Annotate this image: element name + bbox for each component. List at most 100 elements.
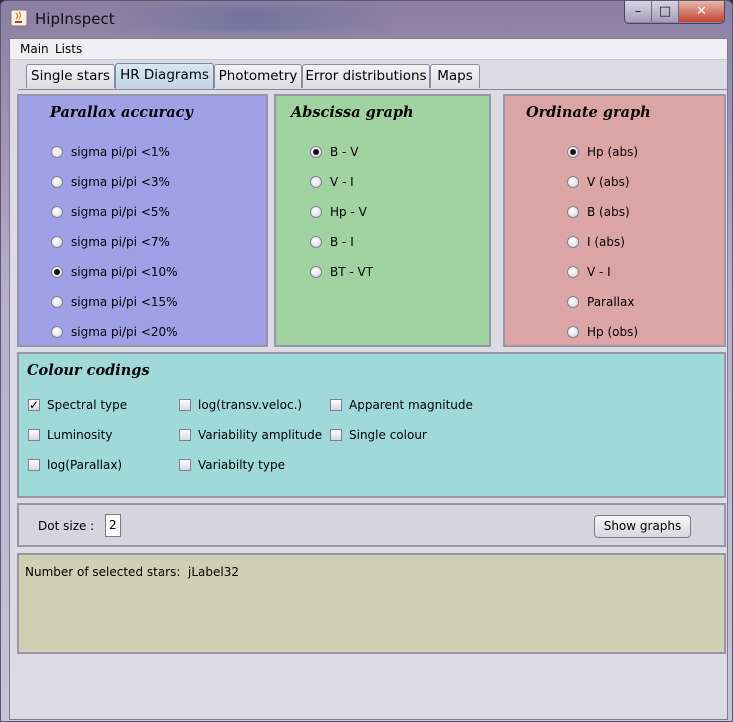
menu-bar: Main Lists [10,39,727,60]
checkbox[interactable] [179,459,191,471]
radio-button[interactable] [51,176,63,188]
option-label: sigma pi/pi <10% [71,265,178,279]
menu-main[interactable]: Main [20,42,49,56]
checkbox-log-transv-veloc[interactable]: log(transv.veloc.) [179,397,302,413]
abscissa-option[interactable]: Hp - V [310,204,367,220]
radio-button[interactable] [310,266,322,278]
option-label: Parallax [587,295,635,309]
radio-button-selected[interactable] [567,146,579,158]
checkbox-variability-type[interactable]: Variabilty type [179,457,285,473]
ordinate-option[interactable]: Parallax [567,294,634,310]
checkbox-label: log(transv.veloc.) [198,398,303,412]
abscissa-panel: Abscissa graph B - V V - I Hp - V B - I … [274,94,491,347]
abscissa-title: Abscissa graph [291,104,414,121]
parallax-option[interactable]: sigma pi/pi <1% [51,144,170,160]
radio-button-selected[interactable] [51,266,63,278]
radio-button[interactable] [51,296,63,308]
ordinate-option[interactable]: Hp (obs) [567,324,638,340]
radio-button[interactable] [51,326,63,338]
minimize-button[interactable]: – [625,1,652,22]
checkbox-label: Apparent magnitude [349,398,473,412]
option-label: sigma pi/pi <1% [71,145,170,159]
tab-maps[interactable]: Maps [430,64,480,88]
selection-panel: Number of selected stars: jLabel32 [17,553,726,654]
window-controls: – □ ✕ [624,1,725,24]
ordinate-option[interactable]: Hp (abs) [567,144,638,160]
option-label: BT - VT [330,265,374,279]
checkbox[interactable] [330,429,342,441]
colour-codings-panel: Colour codings ✓ Spectral type Luminosity… [17,352,726,498]
abscissa-option[interactable]: V - I [310,174,354,190]
abscissa-option[interactable]: B - V [310,144,358,160]
checkbox-spectral-type[interactable]: ✓ Spectral type [28,397,127,413]
close-button[interactable]: ✕ [679,1,724,22]
option-label: sigma pi/pi <15% [71,295,178,309]
tab-error-distributions[interactable]: Error distributions [302,64,430,88]
tab-hr-diagrams[interactable]: HR Diagrams [115,63,214,89]
parallax-option[interactable]: sigma pi/pi <15% [51,294,178,310]
app-window: HipInspect – □ ✕ Main Lists Single stars… [0,0,733,722]
controls-panel: Dot size : 2 Show graphs [17,503,726,547]
checkbox[interactable] [28,459,40,471]
option-label: sigma pi/pi <3% [71,175,170,189]
dot-size-input[interactable]: 2 [105,514,121,537]
checkbox-luminosity[interactable]: Luminosity [28,427,112,443]
checkbox-label: Single colour [349,428,427,442]
radio-button[interactable] [567,176,579,188]
option-label: Hp (obs) [587,325,639,339]
checkbox-checked[interactable]: ✓ [28,399,40,411]
radio-button[interactable] [567,326,579,338]
ordinate-option[interactable]: B (abs) [567,204,630,220]
checkbox[interactable] [179,399,191,411]
checkbox-label: log(Parallax) [47,458,123,472]
tab-photometry[interactable]: Photometry [214,64,302,88]
radio-button[interactable] [567,266,579,278]
minimize-icon: – [634,4,642,19]
radio-button[interactable] [310,176,322,188]
ordinate-panel: Ordinate graph Hp (abs) V (abs) B (abs) … [503,94,726,347]
radio-button-selected[interactable] [310,146,322,158]
ordinate-option[interactable]: V - I [567,264,611,280]
checkbox-log-parallax[interactable]: log(Parallax) [28,457,122,473]
checkbox[interactable] [179,429,191,441]
title-bar[interactable]: HipInspect – □ ✕ [1,1,732,37]
option-label: V - I [587,265,611,279]
radio-button[interactable] [310,236,322,248]
checkbox[interactable] [330,399,342,411]
checkbox[interactable] [28,429,40,441]
radio-button[interactable] [51,206,63,218]
radio-button[interactable] [51,236,63,248]
ordinate-option[interactable]: V (abs) [567,174,630,190]
menu-lists[interactable]: Lists [55,42,82,56]
dot-size-label: Dot size : [38,519,95,533]
radio-button[interactable] [51,146,63,158]
abscissa-option[interactable]: B - I [310,234,354,250]
checkbox-variability-amplitude[interactable]: Variability amplitude [179,427,322,443]
checkbox-label: Variability amplitude [198,428,323,442]
parallax-option[interactable]: sigma pi/pi <3% [51,174,170,190]
ordinate-option[interactable]: I (abs) [567,234,625,250]
maximize-icon: □ [658,4,672,19]
parallax-option[interactable]: sigma pi/pi <7% [51,234,170,250]
radio-button[interactable] [310,206,322,218]
radio-button[interactable] [567,296,579,308]
radio-button[interactable] [567,236,579,248]
parallax-title: Parallax accuracy [50,104,193,121]
show-graphs-button[interactable]: Show graphs [594,515,691,538]
selected-stars-value: jLabel32 [188,565,239,579]
option-label: sigma pi/pi <5% [71,205,170,219]
option-label: B - I [330,235,354,249]
parallax-option[interactable]: sigma pi/pi <5% [51,204,170,220]
abscissa-option[interactable]: BT - VT [310,264,373,280]
option-label: Hp (abs) [587,145,639,159]
checkbox-single-colour[interactable]: Single colour [330,427,427,443]
option-label: Hp - V [330,205,367,219]
tab-single-stars[interactable]: Single stars [26,64,115,88]
checkbox-label: Spectral type [47,398,128,412]
option-label: V - I [330,175,354,189]
maximize-button[interactable]: □ [652,1,679,22]
parallax-option[interactable]: sigma pi/pi <10% [51,264,178,280]
checkbox-apparent-magnitude[interactable]: Apparent magnitude [330,397,473,413]
radio-button[interactable] [567,206,579,218]
parallax-option[interactable]: sigma pi/pi <20% [51,324,178,340]
